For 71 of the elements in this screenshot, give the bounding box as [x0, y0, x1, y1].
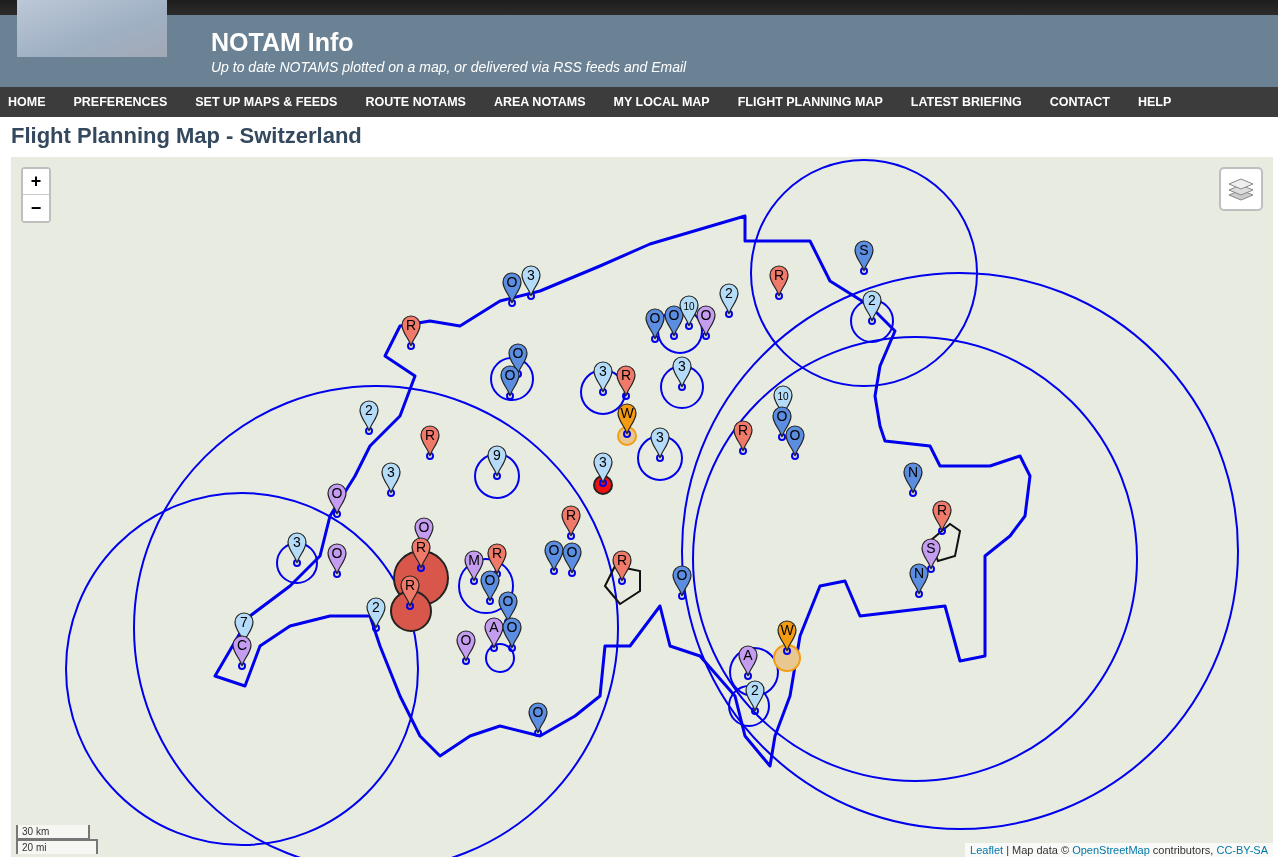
nav-link[interactable]: AREA NOTAMS — [479, 87, 600, 117]
map-marker[interactable]: O — [480, 570, 500, 605]
attribution-link[interactable]: Leaflet — [970, 844, 1004, 856]
map-marker[interactable]: O — [456, 630, 476, 665]
zoom-in-button[interactable]: + — [23, 169, 49, 195]
map-marker[interactable]: O — [785, 425, 805, 460]
map-marker[interactable]: R — [561, 505, 581, 540]
nav-link[interactable]: HOME — [0, 87, 60, 117]
layers-icon — [1228, 177, 1254, 201]
map-marker[interactable]: 3 — [521, 265, 541, 300]
scale-bar: 30 km — [16, 825, 90, 840]
nav-link[interactable]: MY LOCAL MAP — [599, 87, 724, 117]
nav-link[interactable]: FLIGHT PLANNING MAP — [723, 87, 897, 117]
map-marker[interactable]: O — [544, 540, 564, 575]
map-marker[interactable]: O — [327, 543, 347, 578]
map-marker[interactable]: O — [327, 483, 347, 518]
scale-bar: 20 mi — [16, 839, 98, 854]
map-marker[interactable]: W — [617, 403, 637, 438]
map-marker[interactable]: O — [502, 617, 522, 652]
map-marker[interactable]: O — [696, 305, 716, 340]
map-marker[interactable]: 3 — [672, 356, 692, 391]
map-marker[interactable]: R — [612, 550, 632, 585]
map-marker[interactable]: R — [932, 500, 952, 535]
map-marker[interactable]: O — [500, 365, 520, 400]
map-marker[interactable]: 2 — [359, 400, 379, 435]
nav-link[interactable]: SET UP MAPS & FEEDS — [181, 87, 352, 117]
map-marker[interactable]: N — [903, 462, 923, 497]
site-title: NOTAM Info — [211, 27, 355, 57]
nav-link[interactable]: ROUTE NOTAMS — [351, 87, 480, 117]
attribution-link[interactable]: OpenStreetMap — [1072, 844, 1150, 856]
map-marker[interactable]: A — [738, 645, 758, 680]
map-marker[interactable]: W — [777, 620, 797, 655]
nav-link[interactable]: CONTACT — [1035, 87, 1124, 117]
map-marker[interactable]: 9 — [487, 445, 507, 480]
map-marker[interactable]: 2 — [862, 290, 882, 325]
map-marker[interactable]: R — [401, 315, 421, 350]
map-marker[interactable]: O — [502, 272, 522, 307]
map-marker[interactable]: S — [854, 240, 874, 275]
map-marker[interactable]: 3 — [593, 361, 613, 396]
page-title: Flight Planning Map - Switzerland — [10, 122, 363, 150]
zone-outline — [603, 564, 641, 606]
site-tagline: Up to date NOTAMS plotted on a map, or delivered via RSS feeds and Email — [211, 59, 687, 75]
nav-link[interactable]: HELP — [1123, 87, 1186, 117]
map-marker[interactable]: C — [232, 635, 252, 670]
map-marker[interactable]: N — [909, 563, 929, 598]
nav-link[interactable]: PREFERENCES — [59, 87, 182, 117]
map-marker[interactable]: 2 — [366, 597, 386, 632]
map-marker[interactable]: R — [400, 575, 420, 610]
map-tiles-placeholder[interactable]: O 3 R O O 2 R 3 9 3 R W 3 3 3 O O 10 O 2 R S 2 R 10 O O N R S N O 3 O O R R M R O O O A O R O O R O 2 7 C W A 2 O + − 30 km 20 mi Leaflet | Map data © OpenStreetMap contributors, CC-BY-SA — [11, 157, 1273, 857]
map-marker[interactable]: O — [672, 565, 692, 600]
map-marker[interactable]: M — [464, 550, 484, 585]
map-marker[interactable]: 3 — [381, 462, 401, 497]
map-marker[interactable]: O — [645, 308, 665, 343]
map-marker[interactable]: 10 — [679, 295, 699, 330]
map-marker[interactable]: 2 — [719, 283, 739, 318]
map-marker[interactable]: R — [616, 365, 636, 400]
map-marker[interactable]: A — [484, 617, 504, 652]
map-attribution: Leaflet | Map data © OpenStreetMap contributors, CC-BY-SA — [965, 843, 1273, 857]
map-marker[interactable]: R — [769, 265, 789, 300]
layers-button[interactable] — [1219, 167, 1263, 211]
map-marker[interactable]: R — [420, 425, 440, 460]
attribution-link[interactable]: CC-BY-SA — [1216, 844, 1268, 856]
map-marker[interactable]: R — [733, 420, 753, 455]
map-marker[interactable]: R — [411, 537, 431, 572]
map-marker[interactable]: 2 — [745, 680, 765, 715]
map-marker[interactable]: 3 — [593, 452, 613, 487]
map-marker[interactable]: 3 — [650, 427, 670, 462]
map-marker[interactable]: 3 — [287, 532, 307, 567]
map-marker[interactable]: O — [562, 542, 582, 577]
nav-link[interactable]: LATEST BRIEFING — [896, 87, 1036, 117]
map-marker[interactable]: O — [528, 702, 548, 737]
